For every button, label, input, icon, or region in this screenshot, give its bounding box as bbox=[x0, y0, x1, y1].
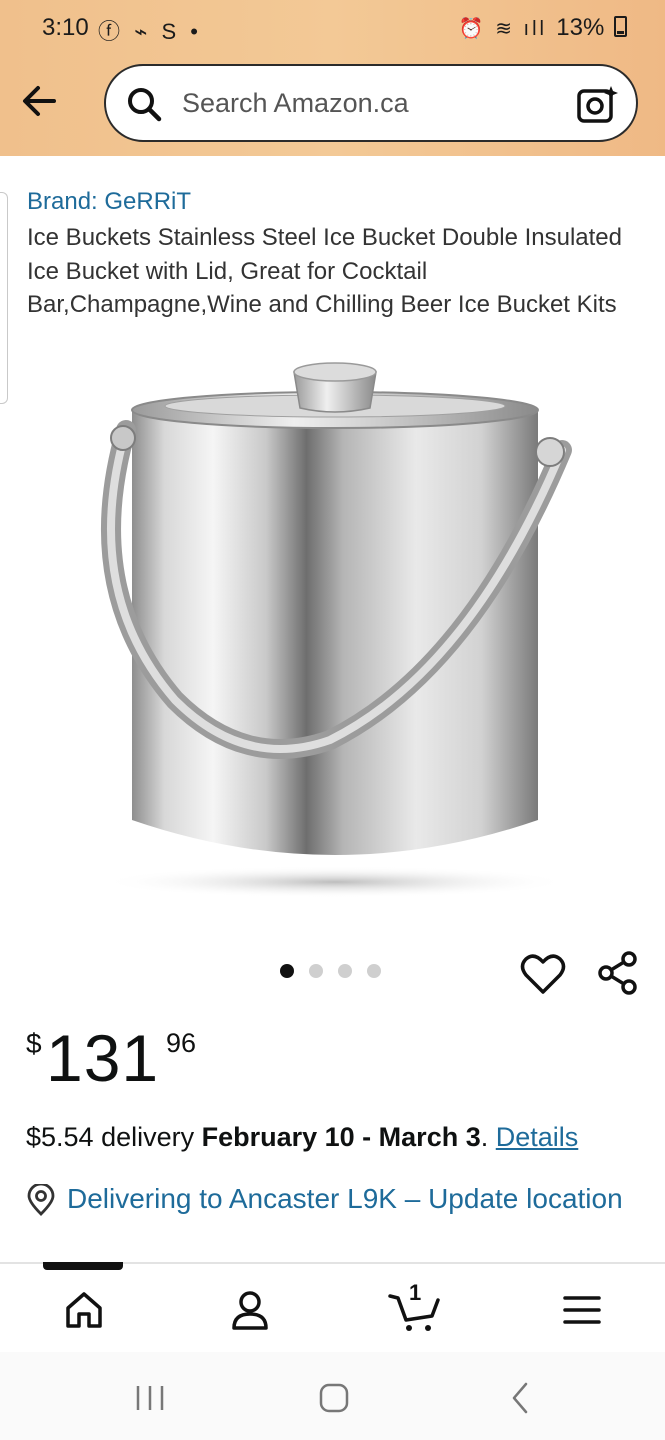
recent-apps-icon[interactable] bbox=[128, 1378, 172, 1418]
carousel-dot[interactable] bbox=[309, 964, 323, 978]
camera-lens-icon[interactable] bbox=[576, 84, 618, 126]
price-fraction: 96 bbox=[166, 1028, 197, 1058]
app-header: 3:10 ⓕ ⌁ S • ⏰ ≋ ıll 13% Search Amazon.c… bbox=[0, 0, 665, 156]
location-pin-icon bbox=[27, 1184, 55, 1216]
delivery-cost: $5.54 delivery bbox=[26, 1122, 202, 1152]
home-nav-icon[interactable] bbox=[312, 1378, 356, 1418]
search-bar[interactable]: Search Amazon.ca bbox=[104, 64, 638, 142]
back-button[interactable] bbox=[16, 78, 64, 124]
account-icon[interactable] bbox=[226, 1286, 274, 1334]
search-input[interactable]: Search Amazon.ca bbox=[182, 88, 409, 119]
carousel-dot[interactable] bbox=[338, 964, 352, 978]
active-tab-indicator bbox=[43, 1262, 123, 1270]
details-link[interactable]: Details bbox=[496, 1122, 579, 1152]
product-title: Ice Buckets Stainless Steel Ice Bucket D… bbox=[27, 224, 622, 318]
carousel-dot[interactable] bbox=[367, 964, 381, 978]
search-icon bbox=[128, 88, 162, 122]
menu-icon[interactable] bbox=[558, 1286, 606, 1334]
system-status-icons: ⏰ ≋ ıll bbox=[458, 18, 547, 40]
battery-icon bbox=[614, 16, 627, 37]
home-icon[interactable] bbox=[60, 1286, 108, 1334]
side-drawer-tab[interactable] bbox=[0, 192, 8, 404]
notification-icons: ⓕ ⌁ S • bbox=[98, 19, 202, 44]
cart-button[interactable]: 1 bbox=[388, 1280, 444, 1334]
product-image[interactable] bbox=[70, 350, 600, 910]
delivery-info: $5.54 delivery February 10 - March 3. De… bbox=[26, 1122, 578, 1153]
cart-count: 1 bbox=[409, 1280, 422, 1305]
system-nav-bar bbox=[0, 1352, 665, 1440]
delivery-suffix: . bbox=[480, 1122, 496, 1152]
status-time: 3:10 bbox=[42, 14, 89, 41]
price-whole: 131 bbox=[46, 1021, 160, 1095]
image-carousel-dots[interactable] bbox=[280, 964, 381, 978]
battery-level: 13% bbox=[556, 14, 627, 42]
brand-link[interactable]: Brand: GeRRiT bbox=[27, 188, 191, 216]
update-location-link[interactable]: Delivering to Ancaster L9K – Update loca… bbox=[67, 1180, 627, 1217]
heart-icon[interactable] bbox=[520, 952, 566, 996]
battery-percent: 13% bbox=[556, 14, 605, 41]
bottom-nav: 1 bbox=[0, 1262, 665, 1352]
carousel-dot[interactable] bbox=[280, 964, 294, 978]
price-currency: $ bbox=[26, 1028, 42, 1059]
share-icon[interactable] bbox=[596, 950, 640, 996]
delivery-dates: February 10 - March 3 bbox=[201, 1122, 481, 1152]
status-bar: 3:10 ⓕ ⌁ S • ⏰ ≋ ıll 13% bbox=[0, 0, 665, 58]
back-nav-icon[interactable] bbox=[498, 1378, 542, 1418]
arrow-left-icon bbox=[23, 86, 56, 116]
